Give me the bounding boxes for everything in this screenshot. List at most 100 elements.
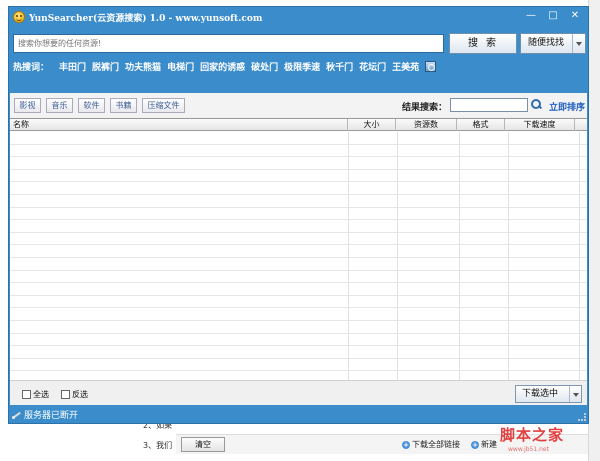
table-cell — [10, 144, 349, 157]
table-cell — [10, 346, 349, 358]
category-archive-button[interactable]: 压缩文件 — [142, 98, 185, 113]
download-all-links-label: 下载全部链接 — [412, 440, 460, 449]
table-row[interactable] — [10, 371, 587, 380]
table-row[interactable] — [10, 169, 587, 183]
table-row[interactable] — [10, 283, 587, 296]
table-cell — [460, 270, 509, 283]
table-row[interactable] — [10, 157, 587, 170]
table-cell — [10, 194, 349, 207]
hot-word-link[interactable]: 花坛门 — [359, 60, 386, 73]
table-cell — [398, 232, 460, 245]
download-selected-button[interactable]: 下载选中 — [515, 385, 582, 403]
table-cell — [460, 220, 509, 232]
table-row[interactable] — [10, 308, 587, 321]
background-scrollbar[interactable] — [588, 0, 600, 461]
hot-word-link[interactable]: 极限季速 — [284, 60, 320, 73]
table-cell — [349, 358, 398, 371]
table-cell — [349, 283, 398, 295]
new-button[interactable]: + 新建 — [471, 439, 497, 450]
invert-selection-checkbox[interactable]: 反选 — [61, 389, 88, 400]
table-row[interactable] — [10, 220, 587, 233]
table-cell — [509, 157, 580, 169]
table-cell — [509, 283, 580, 295]
search-input[interactable] — [13, 34, 444, 53]
download-selected-label: 下载选中 — [522, 389, 559, 399]
table-row[interactable] — [10, 182, 587, 195]
table-cell — [460, 295, 509, 308]
hot-word-link[interactable]: 丰田门 — [59, 60, 86, 73]
hot-word-link[interactable]: 功夫熊猫 — [125, 60, 161, 73]
random-search-label: 随便找找 — [528, 38, 565, 48]
table-row[interactable] — [10, 245, 587, 258]
column-header-format[interactable]: 格式 — [457, 119, 505, 131]
chevron-down-icon[interactable] — [572, 34, 585, 53]
app-window: YunSearcher(云资源搜索) 1.0 - www.yunsoft.com… — [8, 6, 589, 424]
table-cell — [509, 132, 580, 144]
resize-grip[interactable] — [578, 413, 586, 421]
table-row[interactable] — [10, 333, 587, 347]
maximize-button[interactable]: □ — [543, 9, 563, 23]
table-row[interactable] — [10, 132, 587, 145]
checkbox-box[interactable] — [22, 390, 31, 399]
column-header-size[interactable]: 大小 — [348, 119, 396, 131]
clear-button[interactable]: 清空 — [181, 437, 225, 452]
hot-word-link[interactable]: 脱裤门 — [92, 60, 119, 73]
chevron-down-icon[interactable] — [569, 386, 581, 402]
hot-word-link[interactable]: 王美苑 — [392, 60, 419, 73]
table-row[interactable] — [10, 346, 587, 359]
hot-word-link[interactable]: 秋千门 — [326, 60, 353, 73]
table-cell — [398, 194, 460, 207]
table-cell — [398, 169, 460, 182]
table-cell — [460, 207, 509, 220]
table-row[interactable] — [10, 270, 587, 284]
table-cell — [349, 232, 398, 245]
table-row[interactable] — [10, 194, 587, 208]
table-cell — [10, 245, 349, 257]
search-icon[interactable] — [530, 98, 542, 110]
column-header-speed[interactable]: 下载速度 — [505, 119, 575, 131]
table-row[interactable] — [10, 232, 587, 246]
table-cell — [10, 371, 349, 380]
title-bar[interactable]: YunSearcher(云资源搜索) 1.0 - www.yunsoft.com… — [9, 7, 588, 27]
table-cell — [509, 144, 580, 157]
table-cell — [509, 245, 580, 257]
table-row[interactable] — [10, 257, 587, 271]
search-button[interactable]: 搜索 — [449, 33, 517, 54]
table-cell — [398, 157, 460, 169]
table-cell — [10, 283, 349, 295]
table-row[interactable] — [10, 295, 587, 309]
category-software-button[interactable]: 软件 — [78, 98, 105, 113]
download-all-links-button[interactable]: + 下载全部链接 — [402, 439, 460, 450]
select-all-checkbox[interactable]: 全选 — [22, 389, 49, 400]
minimize-button[interactable]: — — [521, 9, 541, 23]
table-row[interactable] — [10, 207, 587, 221]
hot-word-link[interactable]: 电梯门 — [167, 60, 194, 73]
refresh-icon[interactable] — [425, 60, 437, 72]
hot-word-link[interactable]: 回家的诱惑 — [200, 60, 245, 73]
column-header-sources[interactable]: 资源数 — [396, 119, 457, 131]
table-cell — [398, 257, 460, 270]
result-search-input[interactable] — [450, 98, 528, 112]
table-cell — [349, 371, 398, 380]
hot-word-link[interactable]: 破处门 — [251, 60, 278, 73]
table-cell — [509, 371, 580, 380]
category-music-button[interactable]: 音乐 — [46, 98, 73, 113]
result-search-label: 结果搜索： — [402, 103, 448, 113]
checkbox-box[interactable] — [61, 390, 70, 399]
category-books-button[interactable]: 书籍 — [110, 98, 137, 113]
table-row[interactable] — [10, 320, 587, 334]
table-row[interactable] — [10, 358, 587, 372]
watermark-url: www.jb51.net — [508, 446, 549, 453]
table-cell — [460, 132, 509, 144]
table-cell — [10, 295, 349, 308]
table-cell — [349, 245, 398, 257]
column-header-name[interactable]: 名称 — [10, 119, 348, 131]
column-header-filler — [575, 119, 587, 131]
table-row[interactable] — [10, 144, 587, 158]
status-text: 服务器已断开 — [24, 411, 79, 421]
close-button[interactable]: ✕ — [565, 9, 585, 23]
select-all-label: 全选 — [33, 390, 49, 399]
random-search-button[interactable]: 随便找找 — [520, 33, 586, 54]
category-video-button[interactable]: 影视 — [14, 98, 41, 113]
sort-now-link[interactable]: 立即排序 — [549, 100, 585, 113]
